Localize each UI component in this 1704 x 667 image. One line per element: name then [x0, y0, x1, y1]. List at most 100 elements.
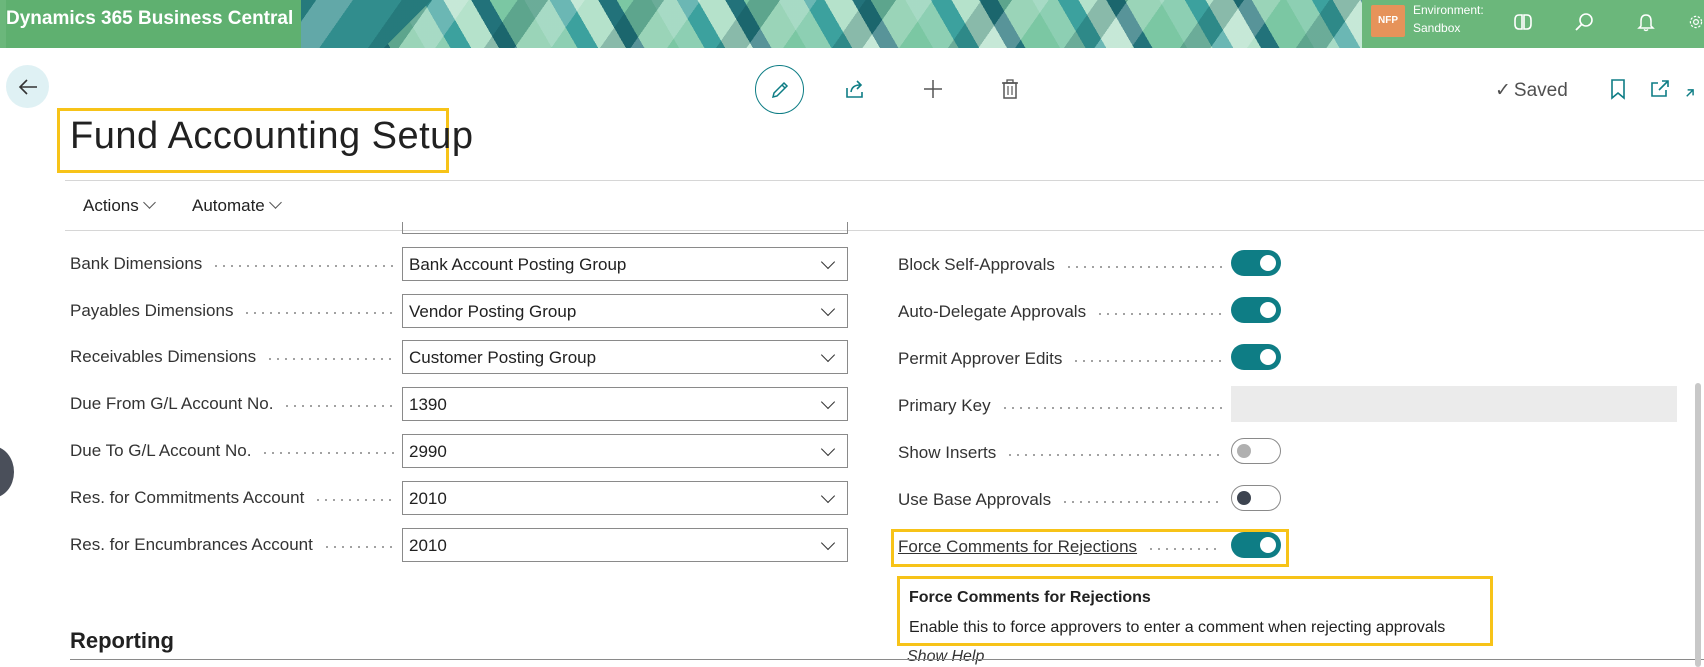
dropdown-field[interactable]: 2010: [402, 528, 848, 562]
toggle-switch[interactable]: [1231, 297, 1281, 323]
label-leader-dots: [261, 452, 394, 454]
label-leader-dots: [1072, 360, 1222, 362]
toggle-switch[interactable]: [1231, 485, 1281, 511]
arrow-left-icon: [18, 78, 37, 95]
back-button[interactable]: [6, 65, 49, 108]
dropdown-field[interactable]: Bank Account Posting Group: [402, 247, 848, 281]
partial-field[interactable]: [402, 222, 848, 234]
environment-value: Sandbox: [1413, 21, 1461, 35]
field-label: Block Self-Approvals: [898, 255, 1055, 274]
section-divider: [70, 659, 1704, 660]
page-title: Fund Accounting Setup: [70, 115, 474, 157]
open-new-window-icon: [1651, 80, 1669, 97]
label-leader-dots: [1061, 501, 1222, 503]
chevron-down-icon: [268, 196, 282, 209]
toggle-knob: [1260, 302, 1276, 318]
menu-divider: [65, 230, 1704, 231]
field-label: Due From G/L Account No.: [70, 394, 274, 413]
field-label: Permit Approver Edits: [898, 349, 1063, 368]
label-leader-dots: [1001, 407, 1222, 409]
chevron-down-icon[interactable]: [820, 301, 836, 317]
field-label: Bank Dimensions: [70, 254, 203, 273]
chevron-down-icon: [142, 196, 156, 209]
label-leader-dots: [283, 405, 394, 407]
search-icon[interactable]: [1569, 7, 1599, 37]
toggle-switch[interactable]: [1231, 250, 1281, 276]
toggle-switch[interactable]: [1231, 438, 1281, 464]
field-label: Receivables Dimensions: [70, 347, 257, 366]
section-reporting[interactable]: Reporting: [70, 628, 174, 654]
label-leader-dots: [266, 358, 394, 360]
label-leader-dots: [212, 265, 394, 267]
edit-button[interactable]: [755, 65, 804, 114]
saved-label: Saved: [1513, 80, 1568, 101]
dropdown-field[interactable]: Vendor Posting Group: [402, 294, 848, 328]
tooltip-title: Force Comments for Rejections: [909, 589, 1151, 606]
delete-button[interactable]: [993, 72, 1027, 106]
new-button[interactable]: [916, 72, 950, 106]
dropdown-value: Vendor Posting Group: [409, 302, 577, 321]
settings-icon[interactable]: [1688, 7, 1704, 37]
chevron-down-icon[interactable]: [820, 254, 836, 270]
actions-menu[interactable]: Actions: [83, 196, 156, 216]
bell-icon[interactable]: [1631, 7, 1661, 37]
title-divider: [65, 180, 1704, 181]
collapse-icon: [1686, 89, 1694, 97]
chevron-down-icon[interactable]: [820, 347, 836, 363]
show-help-link[interactable]: Show Help: [907, 648, 984, 666]
copilot-icon[interactable]: [1508, 7, 1538, 37]
field-label: Primary Key: [898, 396, 991, 415]
trash-icon: [1002, 79, 1018, 99]
toggle-knob: [1260, 349, 1276, 365]
chevron-down-icon[interactable]: [820, 441, 836, 457]
dropdown-field[interactable]: 1390: [402, 387, 848, 421]
label-leader-dots: [243, 312, 394, 314]
field-label: Payables Dimensions: [70, 301, 234, 320]
toggle-knob: [1237, 444, 1251, 458]
plus-icon: [924, 80, 942, 98]
label-leader-dots: [323, 546, 394, 548]
automate-menu[interactable]: Automate: [192, 196, 282, 216]
share-button[interactable]: [838, 72, 872, 106]
collapse-button[interactable]: [1684, 72, 1704, 106]
toggle-switch[interactable]: [1231, 344, 1281, 370]
environment-label: Environment:: [1413, 3, 1484, 17]
field-label: Due To G/L Account No.: [70, 441, 252, 460]
dropdown-value: 2010: [409, 489, 447, 508]
field-label: Res. for Commitments Account: [70, 488, 305, 507]
bookmark-icon: [1611, 79, 1625, 100]
chevron-down-icon[interactable]: [820, 535, 836, 551]
automate-label: Automate: [192, 196, 265, 215]
chevron-down-icon[interactable]: [820, 488, 836, 504]
field-label: Show Inserts: [898, 443, 997, 462]
banner-pattern: [298, 0, 1363, 48]
label-leader-dots: [314, 499, 394, 501]
dropdown-value: 2990: [409, 442, 447, 461]
field-label: Res. for Encumbrances Account: [70, 535, 313, 554]
primary-key-field: [1231, 386, 1677, 422]
dropdown-field[interactable]: Customer Posting Group: [402, 340, 848, 374]
chevron-down-icon[interactable]: [820, 394, 836, 410]
open-new-window-button[interactable]: [1643, 72, 1677, 106]
force-comments-highlight: [891, 529, 1289, 567]
dropdown-field[interactable]: 2990: [402, 434, 848, 468]
dropdown-field[interactable]: 2010: [402, 481, 848, 515]
environment-info[interactable]: Environment: Sandbox: [1413, 1, 1484, 37]
tooltip-body: Enable this to force approvers to enter …: [909, 619, 1446, 636]
app-brand[interactable]: Dynamics 365 Business Central: [6, 0, 301, 48]
dropdown-value: 2010: [409, 536, 447, 555]
share-icon: [846, 80, 863, 98]
toggle-knob: [1237, 491, 1251, 505]
check-icon: ✓: [1495, 80, 1511, 101]
company-badge[interactable]: NFP: [1371, 5, 1405, 37]
toggle-knob: [1260, 255, 1276, 271]
dropdown-value: 1390: [409, 395, 447, 414]
bookmark-button[interactable]: [1601, 72, 1635, 106]
label-leader-dots: [1065, 266, 1222, 268]
scrollbar[interactable]: [1695, 383, 1701, 667]
actions-label: Actions: [83, 196, 139, 215]
pencil-icon: [771, 81, 788, 98]
label-leader-dots: [1096, 313, 1222, 315]
side-panel-handle[interactable]: [0, 446, 14, 498]
dropdown-value: Customer Posting Group: [409, 348, 597, 367]
